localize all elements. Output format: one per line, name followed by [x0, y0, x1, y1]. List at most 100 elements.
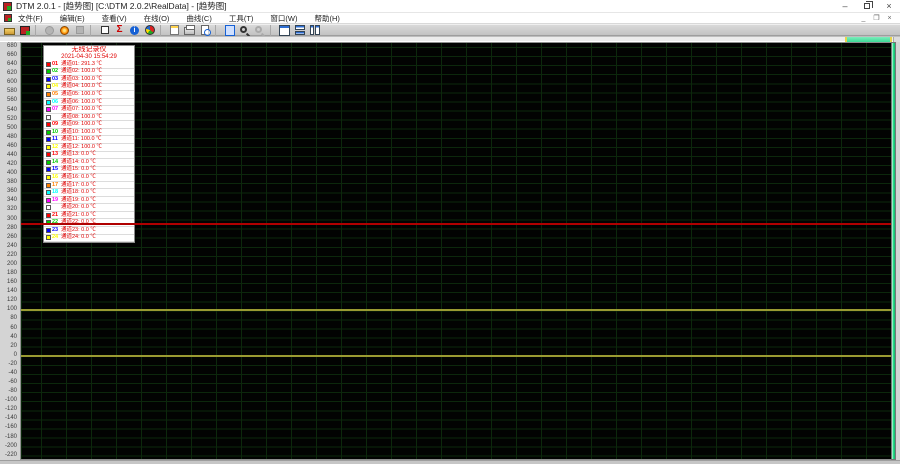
close-button[interactable]: × — [878, 0, 900, 13]
y-axis-tick-label: 540 — [0, 107, 17, 113]
print-preview-icon[interactable] — [198, 25, 211, 36]
stop-disabled-icon[interactable] — [73, 25, 86, 36]
legend-title: 无线记录仪 — [44, 46, 134, 54]
legend-channel-row: 09通道09: 100.0 ℃ — [44, 121, 134, 129]
channel-value-label: 通道04: 100.0 ℃ — [61, 84, 102, 89]
app-logo-icon[interactable] — [18, 25, 31, 36]
zoom-out-disabled-icon[interactable] — [253, 25, 266, 36]
channel-color-swatch — [46, 160, 51, 165]
y-axis-tick-label: 240 — [0, 243, 17, 249]
channel-value-label: 通道20: 0.0 ℃ — [61, 205, 96, 210]
channel-value-label: 通道05: 100.0 ℃ — [61, 92, 102, 97]
channel-color-swatch — [46, 107, 51, 112]
y-axis-tick-label: 300 — [0, 216, 17, 222]
channel-value-label: 通道19: 0.0 ℃ — [61, 198, 96, 203]
y-axis-tick-label: 280 — [0, 225, 17, 231]
menu-item[interactable]: 在线(O) — [144, 13, 170, 24]
bottom-window-border — [0, 460, 900, 464]
channel-value-label: 通道13: 0.0 ℃ — [61, 152, 96, 157]
channel-number: 24 — [52, 235, 61, 240]
print-icon[interactable] — [183, 25, 196, 36]
channel-value-label: 通道23: 0.0 ℃ — [61, 228, 96, 233]
cascade-windows-icon[interactable] — [278, 25, 291, 36]
window-title: DTM 2.0.1 - [趋势图] [C:\DTM 2.0.2\RealData… — [16, 0, 227, 12]
open-folder-icon[interactable] — [3, 25, 16, 36]
zoom-in-icon[interactable] — [238, 25, 251, 36]
legend-channel-row: 02通道02: 100.0 ℃ — [44, 69, 134, 77]
y-axis-tick-label: 480 — [0, 134, 17, 140]
channel-value-label: 通道17: 0.0 ℃ — [61, 183, 96, 188]
y-axis-tick-label: 260 — [0, 234, 17, 240]
y-axis-tick-label: -200 — [0, 443, 17, 449]
select-area-icon[interactable] — [98, 25, 111, 36]
channel-value-label: 通道21: 0.0 ℃ — [61, 213, 96, 218]
mdi-restore-button[interactable]: ❐ — [872, 14, 881, 22]
channel-number: 21 — [52, 213, 61, 218]
y-axis-tick-label: -60 — [0, 379, 17, 385]
y-axis-tick-label: 520 — [0, 116, 17, 122]
channel-color-swatch — [46, 175, 51, 180]
channel-number: 13 — [52, 152, 61, 157]
menu-item[interactable]: 帮助(H) — [315, 13, 340, 24]
mdi-minimize-button[interactable]: _ — [859, 15, 868, 22]
pie-chart-icon[interactable] — [143, 25, 156, 36]
channel-value-label: 通道18: 0.0 ℃ — [61, 190, 96, 195]
restore-icon — [864, 3, 870, 9]
channel-color-swatch — [46, 213, 51, 218]
legend-panel[interactable]: 无线记录仪 2021-04-30 15:54:29 01通道01: 291.3 … — [43, 45, 135, 243]
y-axis-tick-label: 460 — [0, 143, 17, 149]
legend-channel-row: 18通道18: 0.0 ℃ — [44, 189, 134, 197]
channel-value-label: 通道14: 0.0 ℃ — [61, 160, 96, 165]
menu-item[interactable]: 曲线(C) — [186, 13, 211, 24]
menu-item[interactable]: 工具(T) — [229, 13, 254, 24]
trend-chart-canvas[interactable]: 无线记录仪 2021-04-30 15:54:29 01通道01: 291.3 … — [20, 42, 891, 460]
y-axis-tick-label: -40 — [0, 370, 17, 376]
info-icon[interactable]: i — [128, 25, 141, 36]
channel-color-swatch — [46, 228, 51, 233]
y-axis-tick-label: -180 — [0, 434, 17, 440]
mdi-close-button[interactable]: × — [885, 15, 894, 22]
channel-value-label: 通道11: 100.0 ℃ — [61, 137, 102, 142]
copy-icon[interactable] — [223, 25, 236, 36]
vertical-scrollbar-thumb[interactable] — [891, 42, 896, 460]
channel-color-swatch — [46, 235, 51, 240]
channel-number: 15 — [52, 167, 61, 172]
menu-item[interactable]: 文件(F) — [18, 13, 43, 24]
record-disabled-icon[interactable] — [43, 25, 56, 36]
sum-icon[interactable]: Σ — [113, 25, 126, 36]
channel-color-swatch — [46, 122, 51, 127]
channel-color-swatch — [46, 115, 51, 120]
app-icon — [3, 2, 12, 11]
menu-item[interactable]: 编辑(E) — [60, 13, 85, 24]
channel-value-label: 通道03: 100.0 ℃ — [61, 77, 102, 82]
trend-line-value-100 — [21, 309, 891, 311]
y-axis-tick-label: -20 — [0, 361, 17, 367]
title-bar: DTM 2.0.1 - [趋势图] [C:\DTM 2.0.2\RealData… — [0, 0, 900, 13]
y-axis-tick-label: 440 — [0, 152, 17, 158]
minimize-button[interactable]: – — [834, 0, 856, 13]
tile-horizontal-icon[interactable] — [293, 25, 306, 36]
menu-item[interactable]: 窗口(W) — [270, 13, 297, 24]
channel-color-swatch — [46, 77, 51, 82]
channel-color-swatch — [46, 205, 51, 210]
restore-button[interactable] — [856, 0, 878, 13]
channel-number: 17 — [52, 183, 61, 188]
y-axis-tick-label: 660 — [0, 52, 17, 58]
y-axis-tick-label: 640 — [0, 61, 17, 67]
tile-vertical-icon[interactable] — [308, 25, 321, 36]
y-axis-tick-label: 360 — [0, 188, 17, 194]
menu-item[interactable]: 查看(V) — [102, 13, 127, 24]
record-icon[interactable] — [58, 25, 71, 36]
toolbar: Σi — [0, 24, 900, 36]
legend-channel-row: 05通道05: 100.0 ℃ — [44, 91, 134, 99]
notes-icon[interactable] — [168, 25, 181, 36]
channel-number: 02 — [52, 69, 61, 74]
channel-value-label: 通道16: 0.0 ℃ — [61, 175, 96, 180]
mdi-child-icon[interactable] — [4, 14, 12, 22]
toolbar-separator — [215, 25, 220, 36]
y-axis-tick-label: 320 — [0, 206, 17, 212]
channel-color-swatch — [46, 84, 51, 89]
channel-color-swatch — [46, 198, 51, 203]
channel-number: 20 — [52, 205, 61, 210]
y-axis-tick-label: -120 — [0, 406, 17, 412]
